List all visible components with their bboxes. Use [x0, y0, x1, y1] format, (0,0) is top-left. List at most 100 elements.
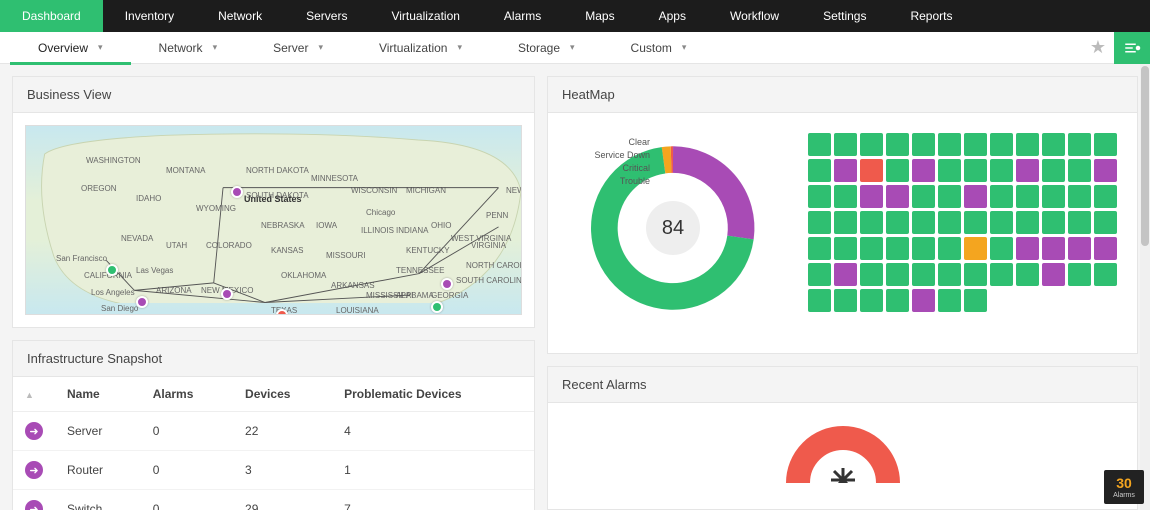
heatmap-cell[interactable]: [938, 237, 961, 260]
heatmap-cell[interactable]: [912, 133, 935, 156]
scrollbar-thumb[interactable]: [1141, 66, 1149, 246]
heatmap-cell[interactable]: [860, 211, 883, 234]
heatmap-cell[interactable]: [886, 159, 909, 182]
heatmap-cell[interactable]: [834, 133, 857, 156]
heatmap-cell[interactable]: [990, 237, 1013, 260]
heatmap-cell[interactable]: [886, 289, 909, 312]
heatmap-cell[interactable]: [1016, 133, 1039, 156]
topnav-item-settings[interactable]: Settings: [801, 0, 888, 32]
heatmap-cell[interactable]: [886, 185, 909, 208]
heatmap-cell[interactable]: [808, 237, 831, 260]
heatmap-cell[interactable]: [964, 211, 987, 234]
heatmap-cell[interactable]: [860, 289, 883, 312]
heatmap-cell[interactable]: [964, 263, 987, 286]
heatmap-cell[interactable]: [808, 289, 831, 312]
heatmap-cell[interactable]: [1042, 159, 1065, 182]
heatmap-cell[interactable]: [886, 211, 909, 234]
heatmap-cell[interactable]: [886, 133, 909, 156]
heatmap-cell[interactable]: [1068, 263, 1091, 286]
map-node[interactable]: [431, 301, 443, 313]
heatmap-cell[interactable]: [990, 159, 1013, 182]
topnav-item-inventory[interactable]: Inventory: [103, 0, 196, 32]
heatmap-cell[interactable]: [1042, 211, 1065, 234]
topnav-item-virtualization[interactable]: Virtualization: [369, 0, 481, 32]
heatmap-cell[interactable]: [912, 185, 935, 208]
recent-alarms-donut[interactable]: [768, 423, 918, 483]
map-node[interactable]: [231, 186, 243, 198]
heatmap-cell[interactable]: [938, 159, 961, 182]
map-node[interactable]: [221, 288, 233, 300]
heatmap-cell[interactable]: [1016, 185, 1039, 208]
map-node[interactable]: [276, 309, 288, 315]
heatmap-cell[interactable]: [1042, 185, 1065, 208]
heatmap-cell[interactable]: [886, 237, 909, 260]
heatmap-cell[interactable]: [1016, 263, 1039, 286]
heatmap-cell[interactable]: [1016, 159, 1039, 182]
expand-icon[interactable]: ➜: [25, 461, 43, 479]
heatmap-cell[interactable]: [1068, 211, 1091, 234]
snapshot-col-2[interactable]: Alarms: [141, 377, 233, 412]
heatmap-cell[interactable]: [1094, 133, 1117, 156]
heatmap-cell[interactable]: [860, 133, 883, 156]
heatmap-cell[interactable]: [834, 289, 857, 312]
map-node[interactable]: [136, 296, 148, 308]
heatmap-cell[interactable]: [990, 133, 1013, 156]
heatmap-cell[interactable]: [1094, 159, 1117, 182]
table-row[interactable]: ➜Switch0297: [13, 490, 534, 510]
topnav-item-alarms[interactable]: Alarms: [482, 0, 563, 32]
snapshot-col-4[interactable]: Problematic Devices: [332, 377, 534, 412]
heatmap-grid[interactable]: [808, 133, 1117, 323]
topnav-item-maps[interactable]: Maps: [563, 0, 636, 32]
heatmap-cell[interactable]: [886, 263, 909, 286]
snapshot-col-3[interactable]: Devices: [233, 377, 332, 412]
heatmap-cell[interactable]: [990, 185, 1013, 208]
heatmap-cell[interactable]: [860, 159, 883, 182]
heatmap-cell[interactable]: [938, 185, 961, 208]
topnav-item-workflow[interactable]: Workflow: [708, 0, 801, 32]
heatmap-cell[interactable]: [834, 159, 857, 182]
heatmap-cell[interactable]: [808, 211, 831, 234]
heatmap-cell[interactable]: [912, 237, 935, 260]
heatmap-cell[interactable]: [834, 263, 857, 286]
heatmap-cell[interactable]: [808, 133, 831, 156]
heatmap-cell[interactable]: [1068, 133, 1091, 156]
subnav-item-virtualization[interactable]: Virtualization▾: [351, 32, 490, 64]
heatmap-cell[interactable]: [912, 289, 935, 312]
page-scrollbar[interactable]: [1140, 64, 1150, 510]
heatmap-cell[interactable]: [964, 185, 987, 208]
heatmap-cell[interactable]: [912, 263, 935, 286]
add-widget-button[interactable]: [1114, 32, 1150, 64]
snapshot-col-0[interactable]: ▲: [13, 377, 55, 412]
map-node[interactable]: [441, 278, 453, 290]
heatmap-cell[interactable]: [1042, 237, 1065, 260]
heatmap-cell[interactable]: [860, 263, 883, 286]
heatmap-cell[interactable]: [808, 185, 831, 208]
heatmap-cell[interactable]: [912, 211, 935, 234]
heatmap-cell[interactable]: [834, 237, 857, 260]
heatmap-cell[interactable]: [964, 237, 987, 260]
table-row[interactable]: ➜Router031: [13, 451, 534, 490]
heatmap-cell[interactable]: [808, 159, 831, 182]
expand-icon[interactable]: ➜: [25, 422, 43, 440]
heatmap-cell[interactable]: [860, 237, 883, 260]
heatmap-donut[interactable]: ClearService DownCriticalTrouble 84: [578, 133, 768, 323]
subnav-item-storage[interactable]: Storage▾: [490, 32, 603, 64]
heatmap-cell[interactable]: [990, 211, 1013, 234]
heatmap-cell[interactable]: [912, 159, 935, 182]
snapshot-col-1[interactable]: Name: [55, 377, 141, 412]
heatmap-cell[interactable]: [1094, 263, 1117, 286]
heatmap-cell[interactable]: [834, 185, 857, 208]
topnav-item-reports[interactable]: Reports: [888, 0, 974, 32]
subnav-item-server[interactable]: Server▾: [245, 32, 351, 64]
subnav-item-network[interactable]: Network▾: [131, 32, 246, 64]
heatmap-cell[interactable]: [1016, 237, 1039, 260]
heatmap-cell[interactable]: [938, 289, 961, 312]
map-node[interactable]: [106, 264, 118, 276]
heatmap-cell[interactable]: [964, 289, 987, 312]
heatmap-cell[interactable]: [964, 159, 987, 182]
heatmap-cell[interactable]: [1042, 133, 1065, 156]
heatmap-cell[interactable]: [938, 263, 961, 286]
heatmap-cell[interactable]: [1094, 237, 1117, 260]
heatmap-cell[interactable]: [1042, 263, 1065, 286]
business-view-map[interactable]: United States WASHINGTONMONTANAOREGONIDA…: [25, 125, 522, 315]
